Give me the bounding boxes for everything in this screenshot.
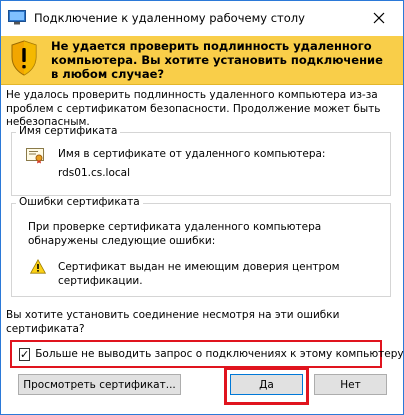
rdp-dialog: Подключение к удаленному рабочему столу …	[0, 0, 404, 415]
shield-warning-icon	[11, 40, 37, 76]
certificate-errors-legend: Ошибки сертификата	[16, 196, 143, 208]
view-certificate-button[interactable]: Просмотреть сертификат...	[18, 374, 181, 395]
yes-button[interactable]: Да	[230, 374, 303, 395]
dont-ask-checkbox-row[interactable]: ✓ Больше не выводить запрос о подключени…	[10, 340, 404, 368]
certificate-name-legend: Имя сертификата	[16, 125, 121, 137]
checkmark-icon: ✓	[20, 347, 30, 361]
dont-ask-checkbox[interactable]: ✓	[19, 347, 31, 361]
close-icon	[373, 12, 385, 24]
certificate-errors-group: Ошибки сертификата При проверке сертифик…	[11, 196, 391, 297]
banner-message: Не удается проверить подлинность удаленн…	[51, 39, 383, 81]
certificate-name-group: Имя сертификата Имя в сертификате от уда…	[11, 125, 391, 196]
close-button[interactable]	[359, 3, 399, 33]
errors-description: При проверке сертификата удаленного комп…	[28, 221, 322, 247]
dont-ask-checkbox-label[interactable]: Больше не выводить запрос о подключениях…	[35, 348, 403, 360]
certificate-name-label: Имя в сертификате от удаленного компьюте…	[58, 148, 326, 160]
connect-question: Вы хотите установить соединение несмотря…	[6, 309, 340, 335]
intro-text: Не удалось проверить подлинность удаленн…	[6, 89, 381, 128]
no-button[interactable]: Нет	[314, 374, 387, 395]
window-title: Подключение к удаленному рабочему столу	[34, 11, 305, 25]
warning-banner: Не удается проверить подлинность удаленн…	[1, 36, 403, 85]
certificate-error-item: Сертификат выдан не имеющим доверия цент…	[58, 261, 340, 287]
remote-desktop-icon	[8, 10, 26, 25]
title-bar[interactable]: Подключение к удаленному рабочему столу	[1, 1, 403, 36]
warning-icon	[30, 259, 46, 274]
certificate-name-value: rds01.cs.local	[58, 167, 131, 179]
certificate-icon	[26, 148, 44, 164]
